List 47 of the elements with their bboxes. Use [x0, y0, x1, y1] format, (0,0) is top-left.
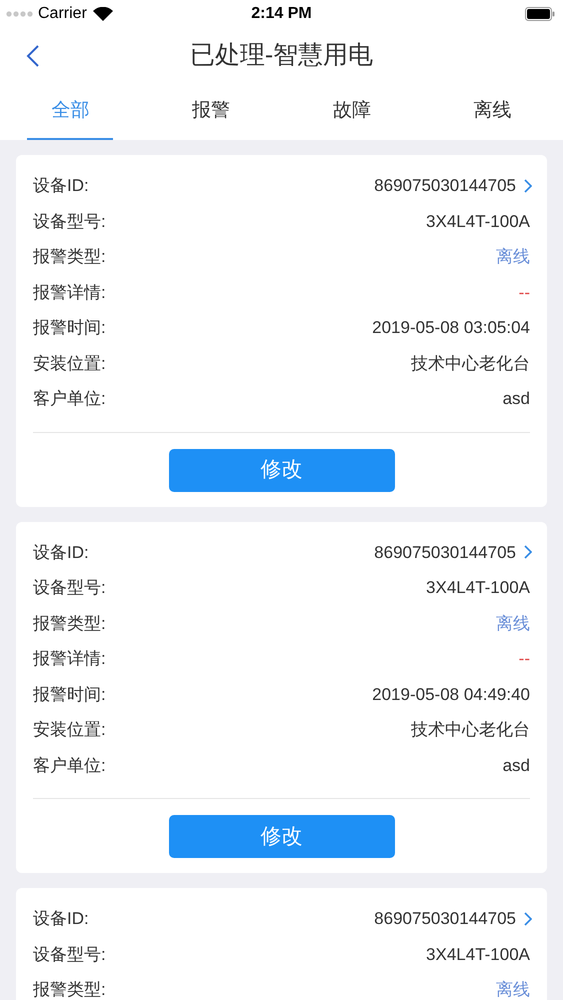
field-label: 设备型号:	[33, 210, 106, 232]
field-label: 报警类型:	[33, 612, 106, 634]
back-icon	[26, 44, 40, 68]
tab[interactable]: 故障	[282, 84, 422, 140]
battery-icon	[525, 7, 555, 21]
field-label: 设备ID:	[33, 908, 89, 930]
field-label: 报警时间:	[33, 317, 106, 339]
field-value: 869075030144705	[374, 175, 516, 197]
tab[interactable]: 报警	[140, 84, 282, 140]
field-label: 报警类型:	[33, 246, 106, 268]
field-label: 报警详情:	[33, 282, 106, 304]
field-value: 3X4L4T-100A	[426, 944, 530, 966]
chevron-right-icon[interactable]	[524, 545, 532, 560]
field-value: --	[518, 648, 530, 670]
chevron-right-icon[interactable]	[524, 178, 532, 193]
field-label: 设备型号:	[33, 577, 106, 599]
field-label: 客户单位:	[33, 754, 106, 776]
carrier-name: Carrier	[38, 4, 87, 24]
field-value: 技术中心老化台	[411, 719, 530, 741]
field-value: 2019-05-08 04:49:40	[372, 684, 530, 706]
field-label: 安装位置:	[33, 719, 106, 741]
tab[interactable]: 离线	[422, 84, 563, 140]
field-label: 客户单位:	[33, 388, 106, 410]
field-label: 报警详情:	[33, 648, 106, 670]
field-value: 3X4L4T-100A	[426, 210, 530, 232]
field-value: --	[518, 282, 530, 304]
field-value: 3X4L4T-100A	[426, 577, 530, 599]
field-value: asd	[502, 754, 530, 776]
wifi-icon	[92, 7, 113, 21]
field-label: 设备型号:	[33, 944, 106, 966]
field-value: 离线	[496, 246, 530, 268]
field-value: asd	[502, 388, 530, 410]
field-label: 报警时间:	[33, 684, 106, 706]
signal-icon	[6, 11, 34, 17]
field-value: 技术中心老化台	[411, 352, 530, 374]
status-time: 2:14 PM	[251, 4, 312, 24]
chevron-right-icon[interactable]	[524, 912, 532, 926]
field-label: 设备ID:	[33, 175, 89, 197]
field-value: 869075030144705	[374, 542, 516, 564]
field-value: 离线	[496, 612, 530, 634]
field-value: 离线	[496, 979, 530, 1000]
page-title: 已处理-智慧用电	[190, 40, 374, 72]
field-value: 2019-05-08 03:05:04	[372, 317, 530, 339]
field-label: 设备ID:	[33, 542, 89, 564]
field-value: 869075030144705	[374, 908, 516, 930]
field-label: 报警类型:	[33, 979, 106, 1000]
field-label: 安装位置:	[33, 352, 106, 374]
